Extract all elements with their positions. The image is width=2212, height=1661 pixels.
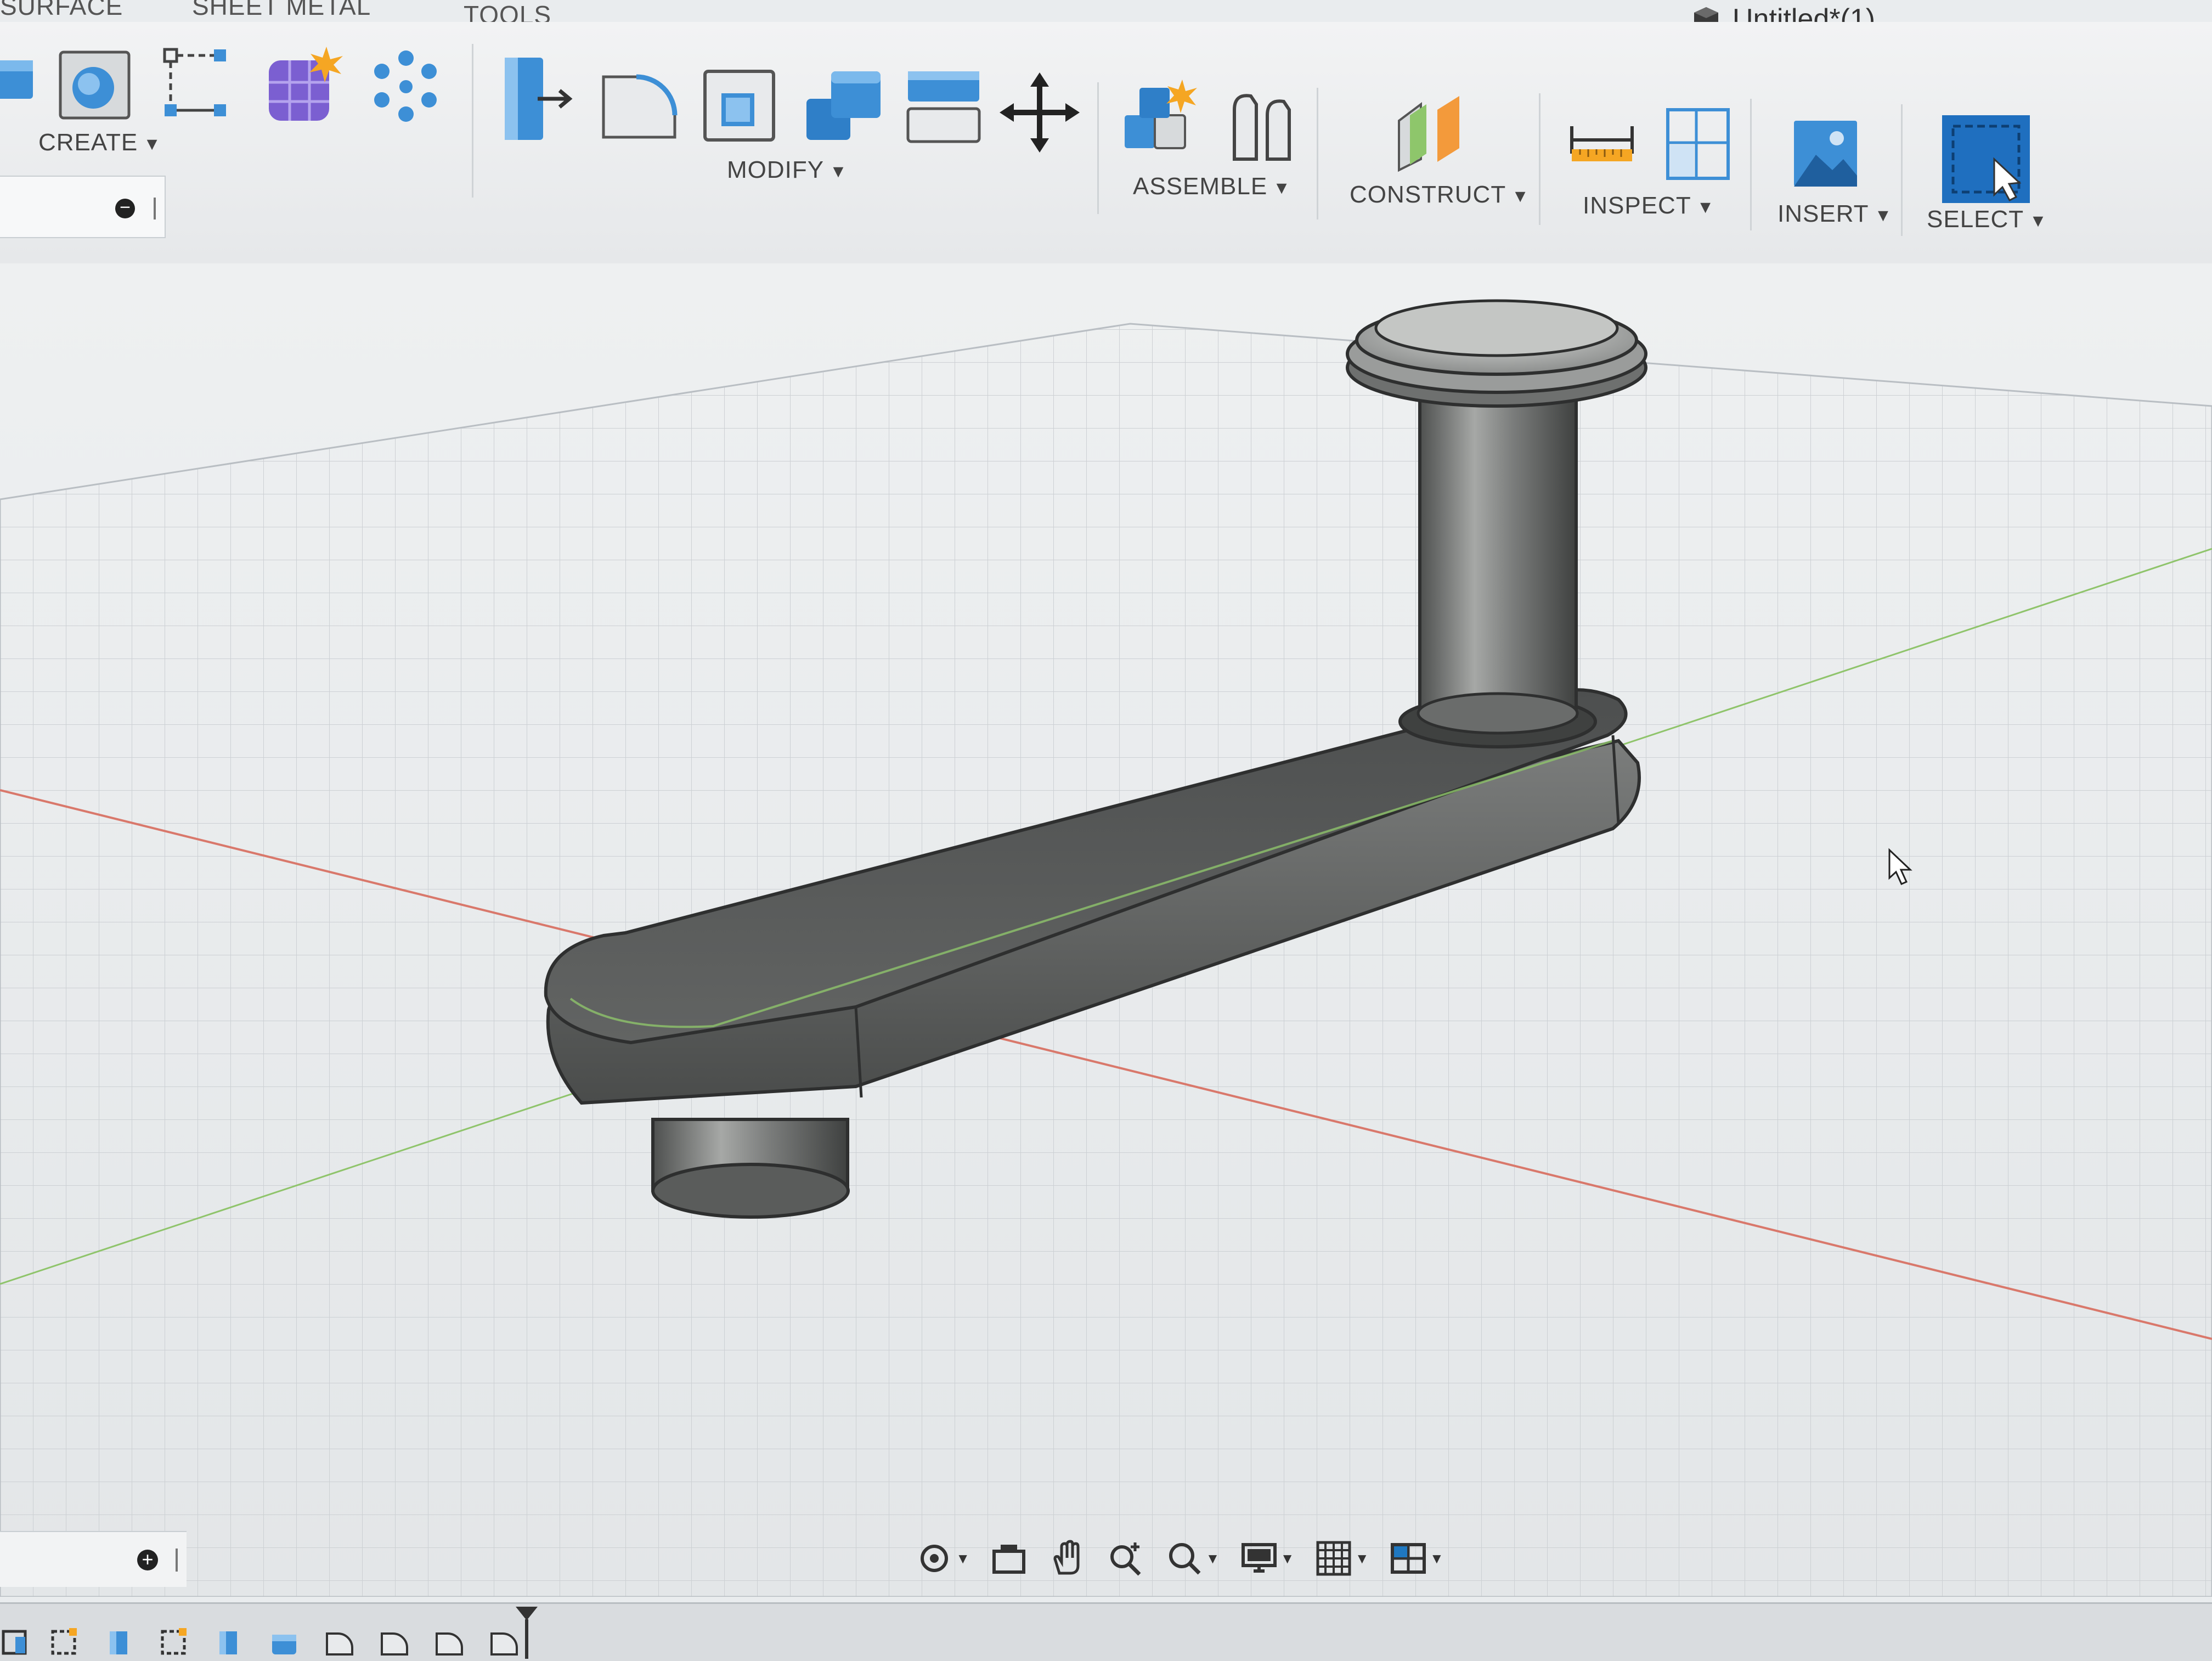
inspect-menu[interactable]: INSPECT ▼ [1583, 192, 1714, 219]
new-component-icon[interactable] [1119, 77, 1201, 165]
extrude-feature-icon[interactable] [104, 1626, 135, 1657]
create-menu-label: CREATE [38, 129, 138, 156]
extrude-feature-icon[interactable] [214, 1626, 245, 1657]
extrude-icon[interactable] [0, 44, 38, 115]
zoom-window-icon [1169, 1543, 1201, 1575]
chevron-down-icon: ▼ [1205, 1550, 1220, 1567]
modify-menu-label: MODIFY [727, 156, 825, 183]
measure-icon[interactable] [1566, 115, 1638, 170]
pan-button[interactable] [1048, 1539, 1087, 1578]
chevron-down-icon: ▼ [143, 133, 161, 154]
modify-menu[interactable]: MODIFY ▼ [727, 156, 848, 184]
press-pull-icon[interactable] [499, 52, 576, 151]
chevron-down-icon: ▼ [956, 1550, 970, 1567]
grid-settings-icon [1316, 1541, 1351, 1576]
select-menu[interactable]: SELECT ▼ [1927, 206, 2047, 233]
construct-menu-label: CONSTRUCT [1350, 181, 1506, 208]
form-icon[interactable] [263, 44, 346, 126]
comments-panel-tab[interactable]: + [0, 1531, 187, 1587]
look-at-icon [992, 1545, 1026, 1574]
select-menu-label: SELECT [1927, 206, 2024, 233]
fillet-feature-icon[interactable] [324, 1626, 354, 1657]
pan-icon [1053, 1540, 1080, 1575]
timeline-marker-icon[interactable] [513, 1604, 540, 1659]
split-body-icon[interactable] [902, 60, 990, 154]
fillet-feature-icon[interactable] [433, 1626, 464, 1657]
chevron-down-icon: ▼ [1696, 196, 1715, 217]
grid-settings-button[interactable]: ▼ [1314, 1539, 1369, 1578]
construct-menu[interactable]: CONSTRUCT ▼ [1350, 181, 1530, 209]
toolbar-separator [1097, 82, 1099, 214]
joint-icon[interactable] [1223, 82, 1300, 170]
zoom-icon [1110, 1542, 1141, 1576]
chevron-down-icon: ▼ [1280, 1550, 1295, 1567]
timeline [0, 1602, 2212, 1661]
navigation-bar: ▼ ▼ ▼ ▼ ▼ [905, 1525, 1454, 1591]
chevron-down-icon: ▼ [2029, 210, 2047, 230]
display-settings-icon [1241, 1543, 1277, 1573]
revolve-icon[interactable] [55, 41, 137, 123]
pattern-icon[interactable] [368, 49, 444, 126]
panel-grip[interactable] [176, 1549, 178, 1572]
move-icon[interactable] [998, 71, 1081, 154]
sketch-feature-icon[interactable] [159, 1626, 190, 1657]
toolbar-separator [1901, 104, 1903, 236]
body-feature-icon[interactable] [269, 1626, 300, 1657]
viewports-icon [1390, 1543, 1426, 1574]
look-at-button[interactable] [990, 1539, 1028, 1578]
tab-surface[interactable]: SURFACE [0, 0, 123, 21]
chevron-down-icon: ▼ [1511, 185, 1530, 206]
collapse-icon[interactable]: − [115, 198, 135, 218]
sketch-feature-icon[interactable] [49, 1626, 80, 1657]
insert-image-icon[interactable] [1788, 115, 1860, 192]
chevron-down-icon: ▼ [830, 161, 848, 181]
chevron-down-icon: ▼ [1429, 1550, 1444, 1567]
toolbar: CREATE ▼ MODIFY ▼ ASSEMBLE ▼ CONSTRUCT ▼… [0, 22, 2212, 264]
toolbar-separator [1317, 88, 1318, 219]
sketch-feature-icon[interactable] [0, 1626, 31, 1657]
panel-grip[interactable] [154, 198, 156, 219]
toolbar-separator [472, 44, 473, 198]
zoom-window-button[interactable]: ▼ [1165, 1539, 1220, 1578]
toolbar-separator [1539, 93, 1541, 225]
orbit-icon [921, 1545, 949, 1572]
plane-icon[interactable] [1393, 88, 1470, 176]
chevron-down-icon: ▼ [1355, 1550, 1369, 1567]
shell-icon[interactable] [699, 60, 782, 148]
chevron-down-icon: ▼ [1874, 205, 1893, 225]
combine-icon[interactable] [801, 60, 889, 148]
sketch-pattern-icon[interactable] [159, 44, 236, 126]
assemble-menu[interactable]: ASSEMBLE ▼ [1133, 173, 1291, 200]
insert-menu[interactable]: INSERT ▼ [1778, 200, 1892, 228]
inspect-menu-label: INSPECT [1583, 192, 1691, 219]
orbit-button[interactable]: ▼ [915, 1539, 970, 1578]
viewports-button[interactable]: ▼ [1389, 1539, 1444, 1578]
zoom-button[interactable] [1107, 1539, 1145, 1578]
tab-sheet-metal[interactable]: SHEET METAL [192, 0, 371, 21]
expand-icon[interactable]: + [137, 1550, 158, 1570]
toolbar-separator [1750, 99, 1752, 230]
assemble-menu-label: ASSEMBLE [1133, 173, 1268, 200]
insert-menu-label: INSERT [1778, 200, 1869, 227]
display-settings-button[interactable]: ▼ [1240, 1539, 1295, 1578]
fillet-icon[interactable] [598, 60, 680, 143]
section-analysis-icon[interactable] [1662, 104, 1734, 187]
create-menu[interactable]: CREATE ▼ [38, 129, 161, 156]
canvas-viewport[interactable] [0, 263, 2212, 1597]
browser-panel-tab[interactable]: − [0, 176, 166, 238]
select-icon[interactable] [1939, 112, 2033, 206]
chevron-down-icon: ▼ [1273, 177, 1291, 198]
mouse-cursor-icon [1888, 848, 1912, 885]
fillet-feature-icon[interactable] [379, 1626, 409, 1657]
